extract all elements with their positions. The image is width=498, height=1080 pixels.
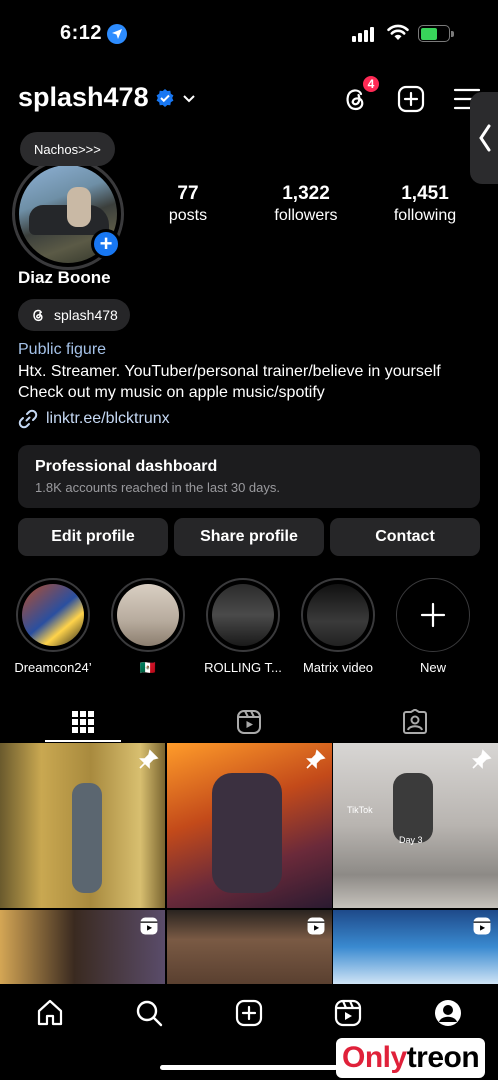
profile-link[interactable]: linktr.ee/blcktrunx — [18, 409, 170, 429]
home-icon[interactable] — [35, 998, 65, 1028]
story-highlight[interactable]: ROLLING T... — [200, 578, 286, 675]
post-thumbnail[interactable] — [167, 743, 332, 908]
highlight-cover — [22, 584, 84, 646]
username-switcher[interactable]: splash478 — [18, 82, 197, 113]
wifi-icon — [386, 22, 410, 47]
reels-icon — [473, 917, 491, 935]
story-highlight[interactable]: Dreamcon24’ — [10, 578, 96, 675]
pinned-icon — [472, 749, 492, 769]
active-tab-indicator — [45, 740, 121, 742]
highlight-label: Dreamcon24’ — [14, 660, 92, 675]
create-icon[interactable] — [234, 998, 264, 1028]
profile-note-bubble[interactable]: Nachos>>> — [20, 132, 115, 166]
post-thumbnail[interactable] — [167, 910, 332, 984]
add-story-button[interactable]: + — [91, 229, 121, 259]
highlight-cover — [117, 584, 179, 646]
plus-icon — [420, 602, 446, 628]
stat-value: 1,451 — [401, 183, 449, 204]
profile-category[interactable]: Public figure — [18, 341, 106, 359]
professional-dashboard[interactable]: Professional dashboard 1.8K accounts rea… — [18, 445, 480, 508]
stat-label: followers — [274, 207, 338, 224]
dashboard-subtitle: 1.8K accounts reached in the last 30 day… — [35, 480, 280, 495]
reels-icon — [237, 710, 261, 734]
stat-value: 77 — [177, 183, 199, 204]
verified-badge-icon — [156, 88, 173, 107]
battery-tip — [451, 31, 454, 37]
create-post-icon[interactable] — [396, 84, 426, 114]
chevron-left-icon — [479, 124, 491, 152]
threads-handle: splash478 — [54, 307, 118, 323]
highlight-label: Matrix video — [302, 660, 374, 675]
share-profile-button[interactable]: Share profile — [174, 518, 324, 556]
highlight-label: New — [419, 660, 446, 675]
post-thumbnail[interactable]: TikTok Day 3 — [333, 743, 498, 908]
watermark-text: treon — [406, 1041, 480, 1074]
tiktok-caption: TikTok — [347, 805, 373, 815]
location-icon — [107, 24, 127, 44]
highlight-cover — [212, 584, 274, 646]
tab-posts-grid[interactable] — [0, 702, 166, 742]
tab-tagged[interactable] — [332, 702, 498, 742]
display-name: Diaz Boone — [18, 268, 111, 287]
watermark-text: Only — [342, 1041, 407, 1074]
search-icon[interactable] — [134, 998, 164, 1028]
pinned-icon — [139, 749, 159, 769]
cellular-signal-icon — [352, 26, 374, 42]
following-stat[interactable]: 1,451 following — [365, 183, 485, 225]
story-highlight[interactable]: 🇲🇽 — [105, 578, 191, 676]
pinned-icon — [306, 749, 326, 769]
post-thumbnail[interactable] — [333, 910, 498, 984]
new-highlight-button[interactable]: New — [390, 578, 476, 675]
highlight-label: ROLLING T... — [204, 660, 282, 675]
chevron-down-icon — [182, 94, 195, 102]
grid-icon — [72, 711, 94, 733]
post-thumbnail[interactable] — [0, 910, 165, 984]
reels-icon[interactable] — [333, 998, 363, 1028]
post-thumbnail[interactable] — [0, 743, 165, 908]
highlight-cover — [307, 584, 369, 646]
status-time: 6:12 — [60, 22, 103, 44]
reels-icon — [140, 917, 158, 935]
post-caption: Day 3 — [399, 835, 423, 845]
bio-line: Check out my music on apple music/spotif… — [18, 384, 325, 401]
watermark-logo: Only treon — [336, 1038, 486, 1078]
story-highlight[interactable]: Matrix video — [295, 578, 381, 675]
highlight-label: 🇲🇽 — [139, 660, 157, 675]
edit-profile-button[interactable]: Edit profile — [18, 518, 168, 556]
stat-label: posts — [168, 207, 208, 224]
tagged-person-icon — [403, 709, 427, 734]
link-icon — [18, 409, 38, 429]
contact-button[interactable]: Contact — [330, 518, 480, 556]
profile-icon[interactable] — [433, 998, 463, 1028]
tab-reels[interactable] — [166, 702, 332, 742]
reels-icon — [307, 917, 325, 935]
bio-line: Htx. Streamer. YouTuber/personal trainer… — [18, 363, 441, 380]
home-indicator — [160, 1065, 338, 1070]
stat-value: 1,322 — [282, 183, 330, 204]
profile-link-text: linktr.ee/blcktrunx — [46, 410, 170, 427]
followers-stat[interactable]: 1,322 followers — [246, 183, 366, 225]
stat-label: following — [393, 207, 457, 224]
posts-stat[interactable]: 77 posts — [128, 183, 248, 225]
dashboard-title: Professional dashboard — [35, 458, 218, 475]
username-label: splash478 — [18, 82, 149, 112]
side-panel-handle[interactable] — [470, 92, 498, 184]
threads-profile-link[interactable]: splash478 — [18, 299, 130, 331]
threads-icon — [33, 309, 43, 322]
battery-icon — [418, 25, 450, 42]
threads-notification-badge: 4 — [361, 74, 381, 94]
profile-bio: Htx. Streamer. YouTuber/personal trainer… — [18, 361, 488, 403]
